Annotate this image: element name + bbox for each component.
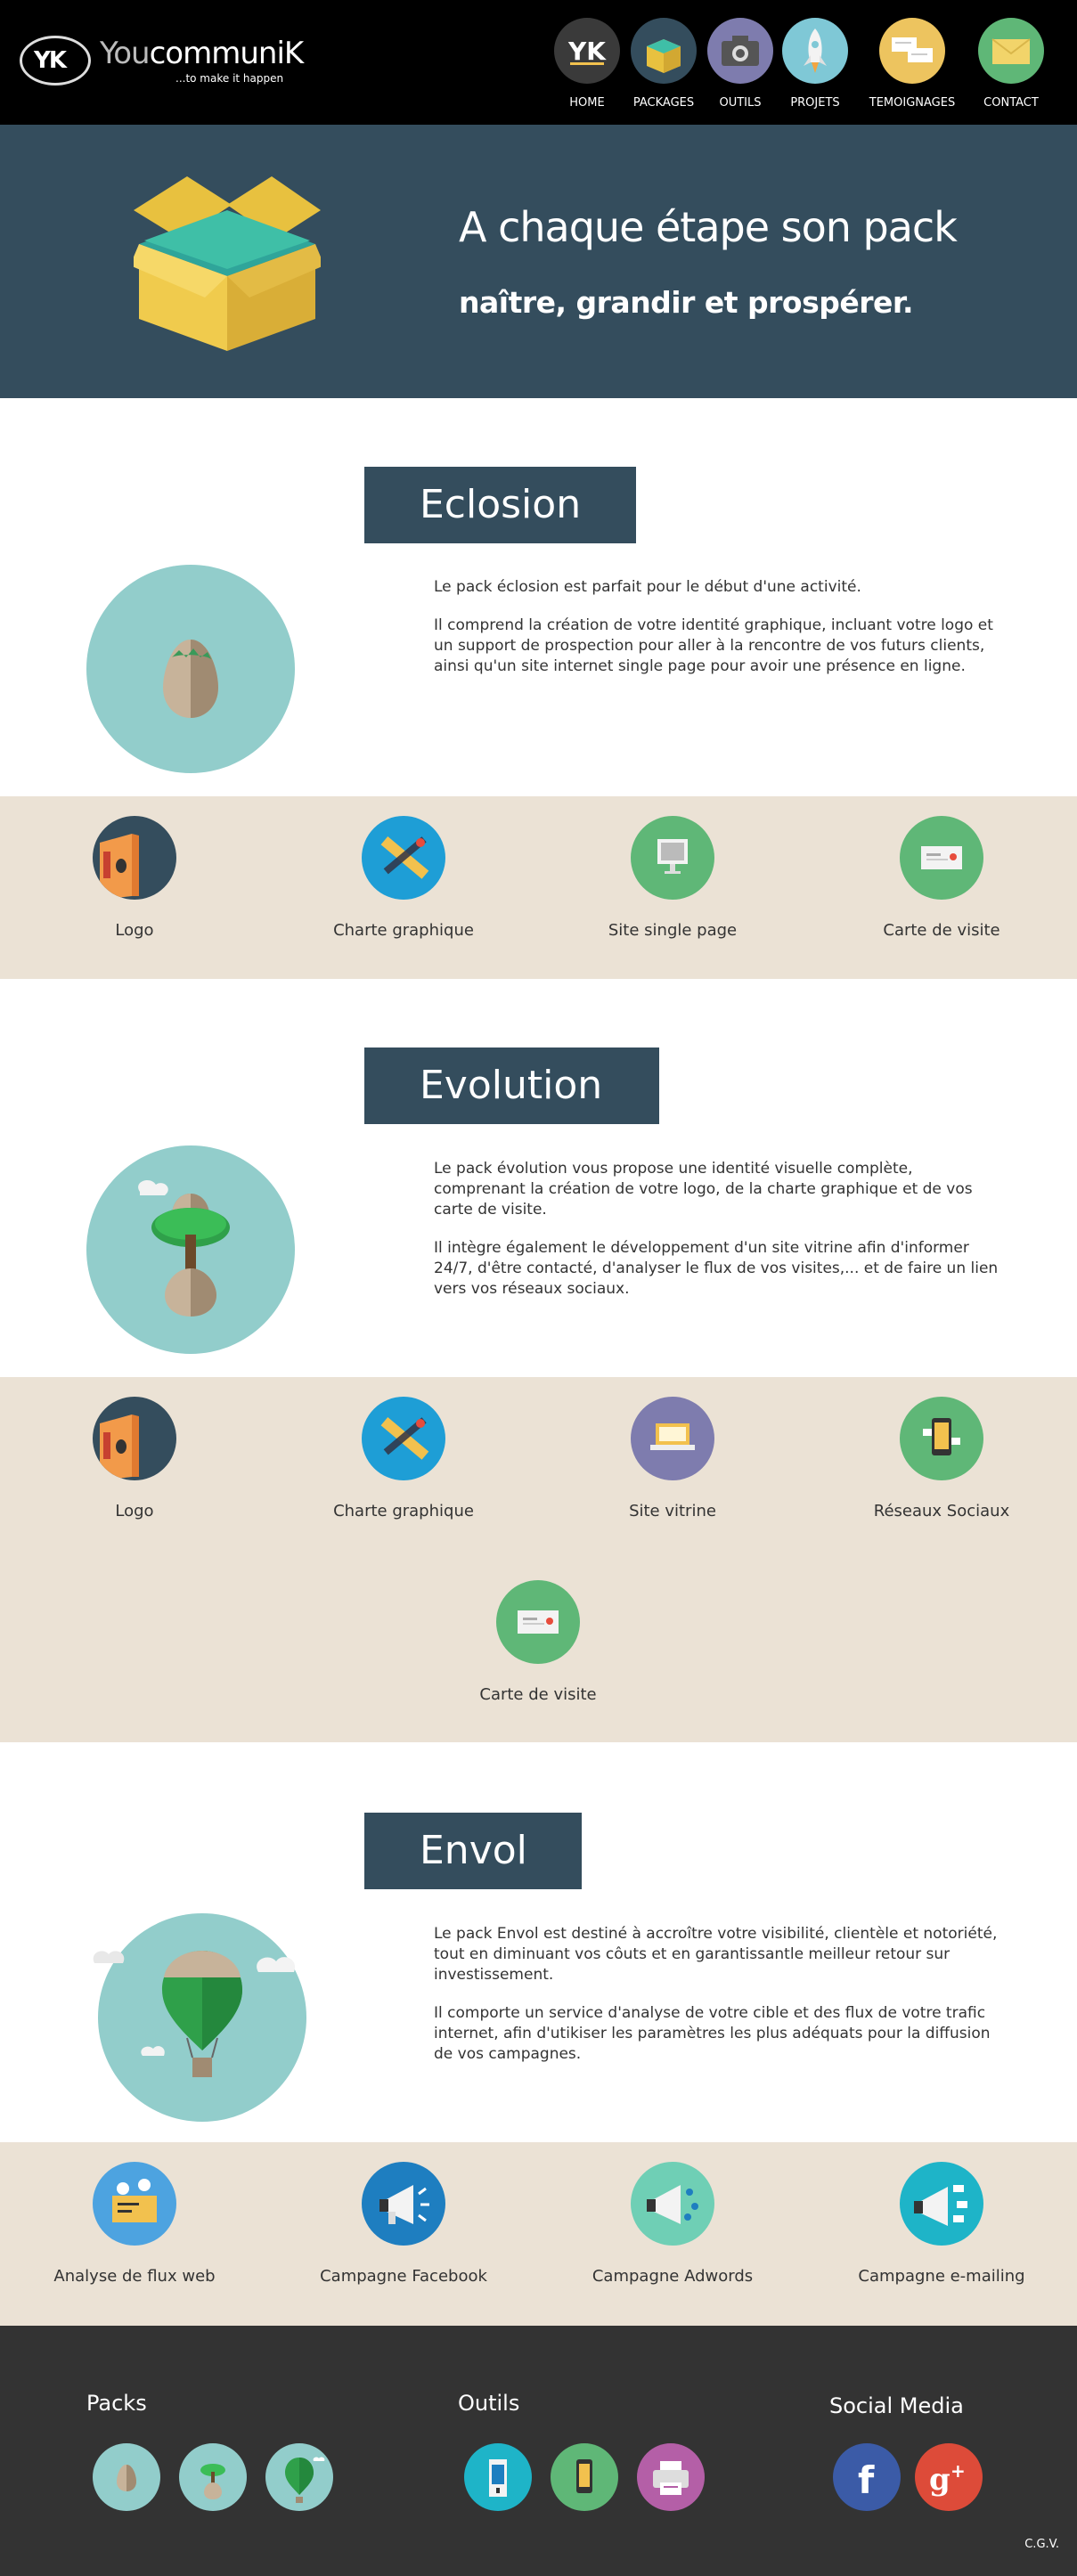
nav-contact[interactable]: CONTACT xyxy=(967,16,1056,114)
feature-logo[interactable]: Logo xyxy=(0,816,269,967)
nav-projets[interactable]: PROJETS xyxy=(771,16,860,114)
analytics-board-icon xyxy=(93,2162,176,2246)
pack-title-evolution: Evolution xyxy=(364,1048,659,1124)
hero-title: A chaque étape son pack xyxy=(459,203,958,251)
business-card-icon xyxy=(496,1580,580,1664)
pack-description-evolution: Le pack évolution vous propose une ident… xyxy=(434,1160,999,1298)
feature-logo[interactable]: Logo xyxy=(0,1397,269,1548)
feature-site-vitrine[interactable]: Site vitrine xyxy=(538,1397,807,1548)
yk-logo-icon: YK xyxy=(554,18,620,84)
svg-text:g: g xyxy=(929,2462,951,2498)
monitor-icon xyxy=(631,816,714,900)
features-evolution: Logo Charte graphique Site vitrine Résea… xyxy=(0,1377,1077,1742)
feature-campagne-facebook[interactable]: Campagne Facebook xyxy=(269,2162,538,2313)
logo-book-icon xyxy=(93,816,176,900)
site-footer: Packs Outils Social Media f g + C.G.V. xyxy=(0,2326,1077,2576)
feature-campagne-adwords[interactable]: Campagne Adwords xyxy=(538,2162,807,2313)
footer-packs-title: Packs xyxy=(86,2391,147,2416)
site-header: YK YoucommuniK ...to make it happen YK H… xyxy=(0,0,1077,125)
megaphone-email-icon xyxy=(900,2162,983,2246)
phone-booth-icon[interactable] xyxy=(464,2443,532,2511)
facebook-icon[interactable]: f xyxy=(833,2443,901,2511)
logo-mark: YK xyxy=(20,36,91,86)
pack-title-eclosion: Eclosion xyxy=(364,467,636,543)
speech-bubbles-icon xyxy=(879,18,945,84)
feature-charte-graphique[interactable]: Charte graphique xyxy=(269,816,538,967)
features-eclosion: Logo Charte graphique Site single page C… xyxy=(0,796,1077,979)
smartphone-social-icon xyxy=(900,1397,983,1480)
envelope-icon xyxy=(978,18,1044,84)
main-nav: YK HOME PACKAGES OUTILS PROJETS TEMOIGNA… xyxy=(543,16,1077,114)
open-box-icon xyxy=(134,176,321,355)
pencil-ruler-icon xyxy=(362,816,445,900)
hero-subtitle: naître, grandir et prospérer. xyxy=(459,285,914,320)
svg-text:YK: YK xyxy=(567,37,607,66)
pack-description-envol: Le pack Envol est destiné à accroître vo… xyxy=(434,1925,998,2063)
hot-air-balloon-icon[interactable] xyxy=(265,2443,333,2511)
pack-title-envol: Envol xyxy=(364,1813,582,1889)
hot-air-balloon-icon xyxy=(86,1911,306,2122)
footer-tools-title: Outils xyxy=(458,2391,520,2416)
nav-packages[interactable]: PACKAGES xyxy=(619,16,708,114)
egg-icon xyxy=(86,565,295,773)
svg-text:+: + xyxy=(951,2460,966,2482)
laptop-icon xyxy=(631,1397,714,1480)
brand-tagline: ...to make it happen xyxy=(175,72,284,85)
camera-icon xyxy=(707,18,773,84)
hero-banner: A chaque étape son pack naître, grandir … xyxy=(0,125,1077,398)
sprout-tree-icon xyxy=(86,1145,295,1354)
svg-text:f: f xyxy=(858,2458,875,2502)
feature-carte-de-visite[interactable]: Carte de visite xyxy=(404,1580,673,1732)
footer-social-title: Social Media xyxy=(829,2393,964,2418)
cgv-link[interactable]: C.G.V. xyxy=(1024,2538,1059,2551)
feature-site-single-page[interactable]: Site single page xyxy=(538,816,807,967)
megaphone-adwords-icon xyxy=(631,2162,714,2246)
nav-temoignages[interactable]: TEMOIGNAGES xyxy=(868,16,957,114)
feature-carte-de-visite[interactable]: Carte de visite xyxy=(807,816,1076,967)
nav-home[interactable]: YK HOME xyxy=(543,16,632,114)
business-card-icon xyxy=(900,816,983,900)
box-icon xyxy=(631,18,697,84)
google-plus-icon[interactable]: g + xyxy=(915,2443,983,2511)
logo-book-icon xyxy=(93,1397,176,1480)
feature-charte-graphique[interactable]: Charte graphique xyxy=(269,1397,538,1548)
egg-icon[interactable] xyxy=(93,2443,160,2511)
rocket-icon xyxy=(782,18,848,84)
site-logo[interactable]: YK YoucommuniK ...to make it happen xyxy=(20,36,304,89)
sprout-tree-icon[interactable] xyxy=(179,2443,247,2511)
pencil-ruler-icon xyxy=(362,1397,445,1480)
features-envol: Analyse de flux web Campagne Facebook Ca… xyxy=(0,2142,1077,2326)
feature-analyse-flux-web[interactable]: Analyse de flux web xyxy=(0,2162,269,2313)
feature-reseaux-sociaux[interactable]: Réseaux Sociaux xyxy=(807,1397,1076,1548)
feature-campagne-emailing[interactable]: Campagne e-mailing xyxy=(807,2162,1076,2313)
printer-icon[interactable] xyxy=(637,2443,705,2511)
pack-description-eclosion: Le pack éclosion est parfait pour le déb… xyxy=(434,578,993,675)
brand-name: YoucommuniK xyxy=(100,36,304,71)
megaphone-facebook-icon xyxy=(362,2162,445,2246)
smartphone-icon[interactable] xyxy=(551,2443,618,2511)
